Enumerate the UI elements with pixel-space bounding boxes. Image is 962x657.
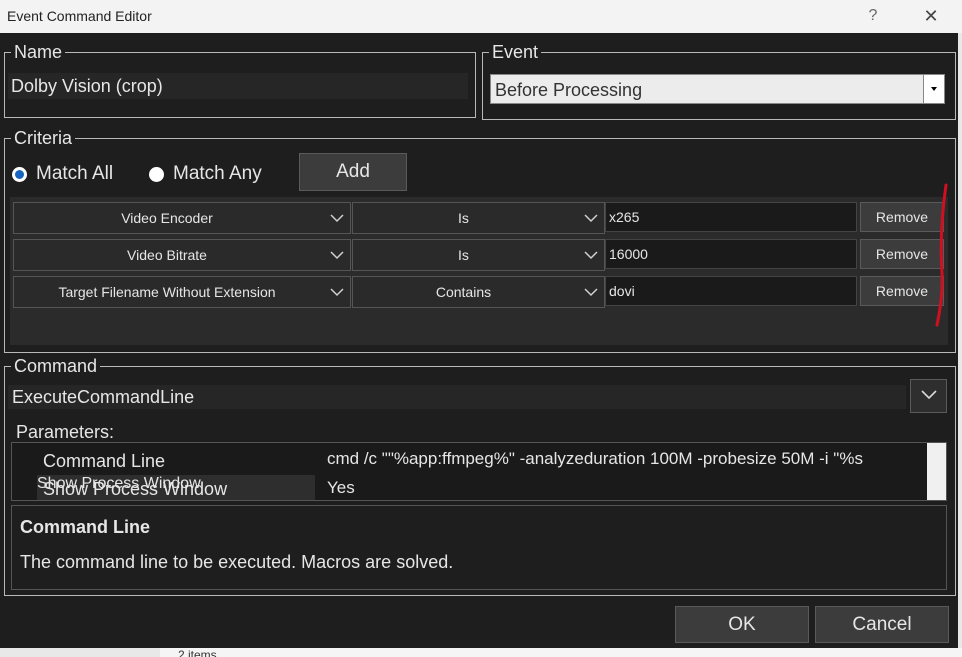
help-title: Command Line [20,517,151,537]
param-value[interactable]: Yes [327,478,355,498]
radio-selected-icon [12,166,27,182]
command-select[interactable]: ExecuteCommandLine [8,385,906,409]
command-dropdown-button[interactable] [910,379,947,413]
ok-button[interactable]: OK [675,606,809,643]
chevron-down-icon [330,240,344,270]
help-text: The command line to be executed. Macros … [20,552,454,572]
param-row-command-line[interactable]: Command Line cmd /c ""%app:ffmpeg%" -ana… [12,443,927,472]
close-button[interactable]: ✕ [920,5,942,27]
background-status: 2 items [160,648,962,657]
command-legend: Command [14,356,98,376]
event-dropdown[interactable]: Before Processing [490,74,945,104]
criteria-field-select[interactable]: Video Encoder [13,202,351,234]
event-dropdown-arrow[interactable] [923,75,944,103]
chevron-down-icon [920,387,937,405]
param-value[interactable]: cmd /c ""%app:ffmpeg%" -analyzeduration … [327,449,863,469]
items-count: 2 items [178,648,217,657]
name-legend: Name [14,42,63,62]
chevron-down-icon [330,277,344,307]
parameters-grid: Command Line cmd /c ""%app:ffmpeg%" -ana… [11,442,947,501]
criteria-field-select[interactable]: Target Filename Without Extension [13,276,351,308]
cancel-button[interactable]: Cancel [815,606,949,643]
parameters-label: Parameters: [16,422,115,442]
window-title: Event Command Editor [7,8,152,24]
event-value: Before Processing [495,80,643,100]
help-button[interactable]: ? [862,5,884,27]
param-row-show-process-window[interactable]: Show Process Window Show Process Window … [12,472,927,500]
criteria-operator-select[interactable]: Is [352,239,605,271]
criteria-field-select[interactable]: Video Bitrate [13,239,351,271]
criteria-value-input[interactable]: 16000 [605,239,857,269]
dialog-body: Name Dolby Vision (crop) Event Before Pr… [0,33,958,648]
criteria-value-input[interactable]: dovi [605,276,857,306]
parameters-scrollbar[interactable] [927,443,946,500]
chevron-down-icon [584,277,598,307]
param-name: Command Line [43,451,166,471]
criteria-operator-select[interactable]: Contains [352,276,605,308]
criteria-legend: Criteria [14,128,73,148]
name-field[interactable]: Dolby Vision (crop) [8,73,468,99]
match-any-radio[interactable]: Match Any [149,162,262,186]
event-legend: Event [492,42,539,62]
add-criteria-button[interactable]: Add [299,153,407,191]
help-panel: Command Line The command line to be exec… [11,505,947,590]
chevron-down-icon [584,203,598,233]
caret-down-icon [931,87,937,91]
red-annotation-mark [935,183,948,327]
criteria-operator-select[interactable]: Is [352,202,605,234]
param-name: Show Process Window [43,479,228,499]
criteria-value-input[interactable]: x265 [605,202,857,232]
title-bar: Event Command Editor ? ✕ [0,0,962,33]
chevron-down-icon [330,203,344,233]
chevron-down-icon [584,240,598,270]
match-all-radio[interactable]: Match All [12,162,113,186]
radio-unselected-icon [149,166,164,182]
